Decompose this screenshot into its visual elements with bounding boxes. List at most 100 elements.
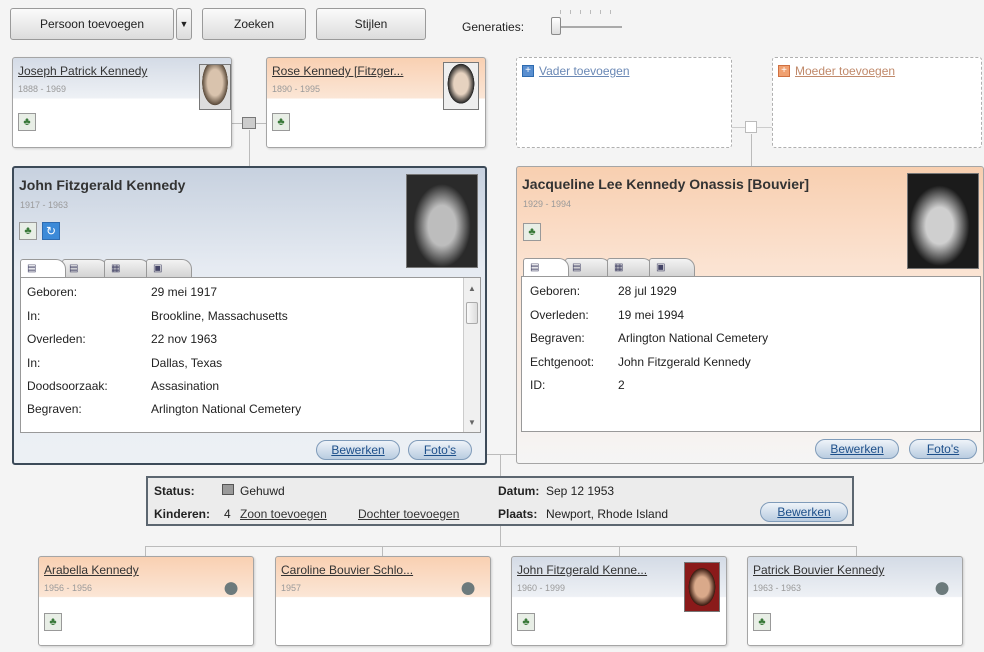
tab-media[interactable]: ▣ [649,258,695,276]
tree-icon[interactable]: ♣ [19,222,37,240]
tab-notes[interactable]: ▤ [565,258,611,276]
mother-dates: 1890 - 1995 [272,84,321,94]
children-count: 4 [224,507,231,521]
child-name[interactable]: Caroline Bouvier Schlo... [281,563,445,577]
mother-name[interactable]: Rose Kennedy [Fitzger... [272,64,432,78]
tree-icon[interactable]: ♣ [753,613,771,631]
children-bar [145,546,857,547]
marriage-edit-button[interactable]: Bewerken [760,502,848,522]
main-person-card[interactable]: John Fitzgerald Kennedy 1917 - 1963 ♣ ↻ … [12,166,487,465]
tab-info[interactable]: ▤ [523,258,569,276]
add-father-card[interactable]: + Vader toevoegen [516,57,732,148]
parents-down-line [249,130,250,166]
family-tab-icon: ▦ [111,263,121,274]
spouse-card[interactable]: Jacqueline Lee Kennedy Onassis [Bouvier]… [516,166,984,464]
detail-value: Arlington National Cemetery [151,402,302,416]
detail-label: Geboren: [530,284,581,298]
add-mother-link[interactable]: Moeder toevoegen [795,64,895,78]
styles-label: Stijlen [354,17,388,31]
tab-media[interactable]: ▣ [146,259,192,277]
generations-slider-track[interactable] [556,26,622,28]
scroll-thumb[interactable] [466,302,478,324]
child-card[interactable]: Arabella Kennedy 1956 - 1956 ♣ ● [38,556,254,646]
tab-family[interactable]: ▦ [104,259,150,277]
child-name[interactable]: Patrick Bouvier Kennedy [753,563,919,577]
detail-row: In: Dallas, Texas [27,356,222,370]
status-value: Gehuwd [240,484,285,498]
child-name[interactable]: John Fitzgerald Kenne... [517,563,677,577]
status-label: Status: [154,484,195,498]
mother-photo [443,62,479,110]
detail-label: In: [27,309,41,323]
add-son-link[interactable]: Zoon toevoegen [240,507,327,521]
father-dates: 1888 - 1969 [18,84,67,94]
add-father-link[interactable]: Vader toevoegen [539,64,630,78]
parents-marriage-icon[interactable] [242,117,256,129]
tab-notes[interactable]: ▤ [62,259,108,277]
add-person-label: Persoon toevoegen [39,17,145,31]
tree-icon[interactable]: ♣ [44,613,62,631]
add-icon: + [522,65,534,77]
detail-value: Assasination [151,379,220,393]
detail-label: Doodsoorzaak: [27,379,108,393]
detail-value: 19 mei 1994 [618,308,685,322]
detail-row: Begraven: Arlington National Cemetery [27,402,301,416]
tab-info[interactable]: ▤ [20,259,66,277]
tab-family[interactable]: ▦ [607,258,653,276]
detail-value: Brookline, Massachusetts [151,309,288,323]
father-name[interactable]: Joseph Patrick Kennedy [18,64,186,78]
spouse-up-line [751,134,752,166]
detail-row: ID: 2 [530,378,625,392]
edit-button[interactable]: Bewerken [815,439,899,459]
search-button[interactable]: Zoeken [202,8,306,40]
child-card[interactable]: Patrick Bouvier Kennedy 1963 - 1963 ♣ ● [747,556,963,646]
detail-label: ID: [530,378,546,392]
tree-icon[interactable]: ♣ [517,613,535,631]
spouse-tabs: ▤ ▤ ▦ ▣ [523,258,695,276]
couple-connector [487,454,517,455]
edit-button[interactable]: Bewerken [316,440,400,460]
detail-value: 22 nov 1963 [151,332,218,346]
mother-card[interactable]: Rose Kennedy [Fitzger... 1890 - 1995 ♣ [266,57,486,148]
scroll-up-icon[interactable]: ▲ [464,280,480,296]
children-label: Kinderen: [154,507,211,521]
add-icon: + [778,65,790,77]
notes-tab-icon: ▤ [69,263,79,274]
photos-button[interactable]: Foto's [408,440,472,460]
child-dates: 1963 - 1963 [753,583,802,593]
detail-value: 28 jul 1929 [618,284,677,298]
tree-icon[interactable]: ♣ [272,113,290,131]
main-person-dates: 1917 - 1963 [20,200,69,210]
child-name[interactable]: Arabella Kennedy [44,563,204,577]
add-mother-card[interactable]: + Moeder toevoegen [772,57,982,148]
tree-icon[interactable]: ♣ [523,223,541,241]
add-person-button[interactable]: Persoon toevoegen [10,8,174,40]
photos-button[interactable]: Foto's [909,439,977,459]
generations-slider-thumb[interactable] [551,17,561,35]
child-dates: 1960 - 1999 [517,583,566,593]
marriage-info-panel: Status: Gehuwd Kinderen: 4 Zoon toevoege… [146,476,854,526]
generations-slider-ticks [560,10,620,14]
scroll-down-icon[interactable]: ▼ [464,414,480,430]
child-card[interactable]: Caroline Bouvier Schlo... 1957 ● [275,556,491,646]
detail-row: Geboren: 29 mei 1917 [27,285,217,299]
child-dates: 1956 - 1956 [44,583,93,593]
notes-tab-icon: ▤ [572,262,582,273]
styles-button[interactable]: Stijlen [316,8,426,40]
detail-value: Dallas, Texas [151,356,223,370]
add-daughter-link[interactable]: Dochter toevoegen [358,507,459,521]
detail-row: Overleden: 19 mei 1994 [530,308,684,322]
detail-label: In: [27,356,41,370]
marriage-status-icon [222,484,234,495]
detail-row: Begraven: Arlington National Cemetery [530,331,768,345]
refresh-icon[interactable]: ↻ [42,222,60,240]
detail-value: 2 [618,378,625,392]
main-person-tabs: ▤ ▤ ▦ ▣ [20,259,192,277]
tree-icon[interactable]: ♣ [18,113,36,131]
details-scrollbar[interactable]: ▲ ▼ [463,278,480,432]
child-card[interactable]: John Fitzgerald Kenne... 1960 - 1999 ♣ [511,556,727,646]
chevron-down-icon: ▼ [179,19,189,29]
media-tab-icon: ▣ [153,263,163,274]
add-person-dropdown-button[interactable]: ▼ [176,8,192,40]
father-card[interactable]: Joseph Patrick Kennedy 1888 - 1969 ♣ [12,57,232,148]
